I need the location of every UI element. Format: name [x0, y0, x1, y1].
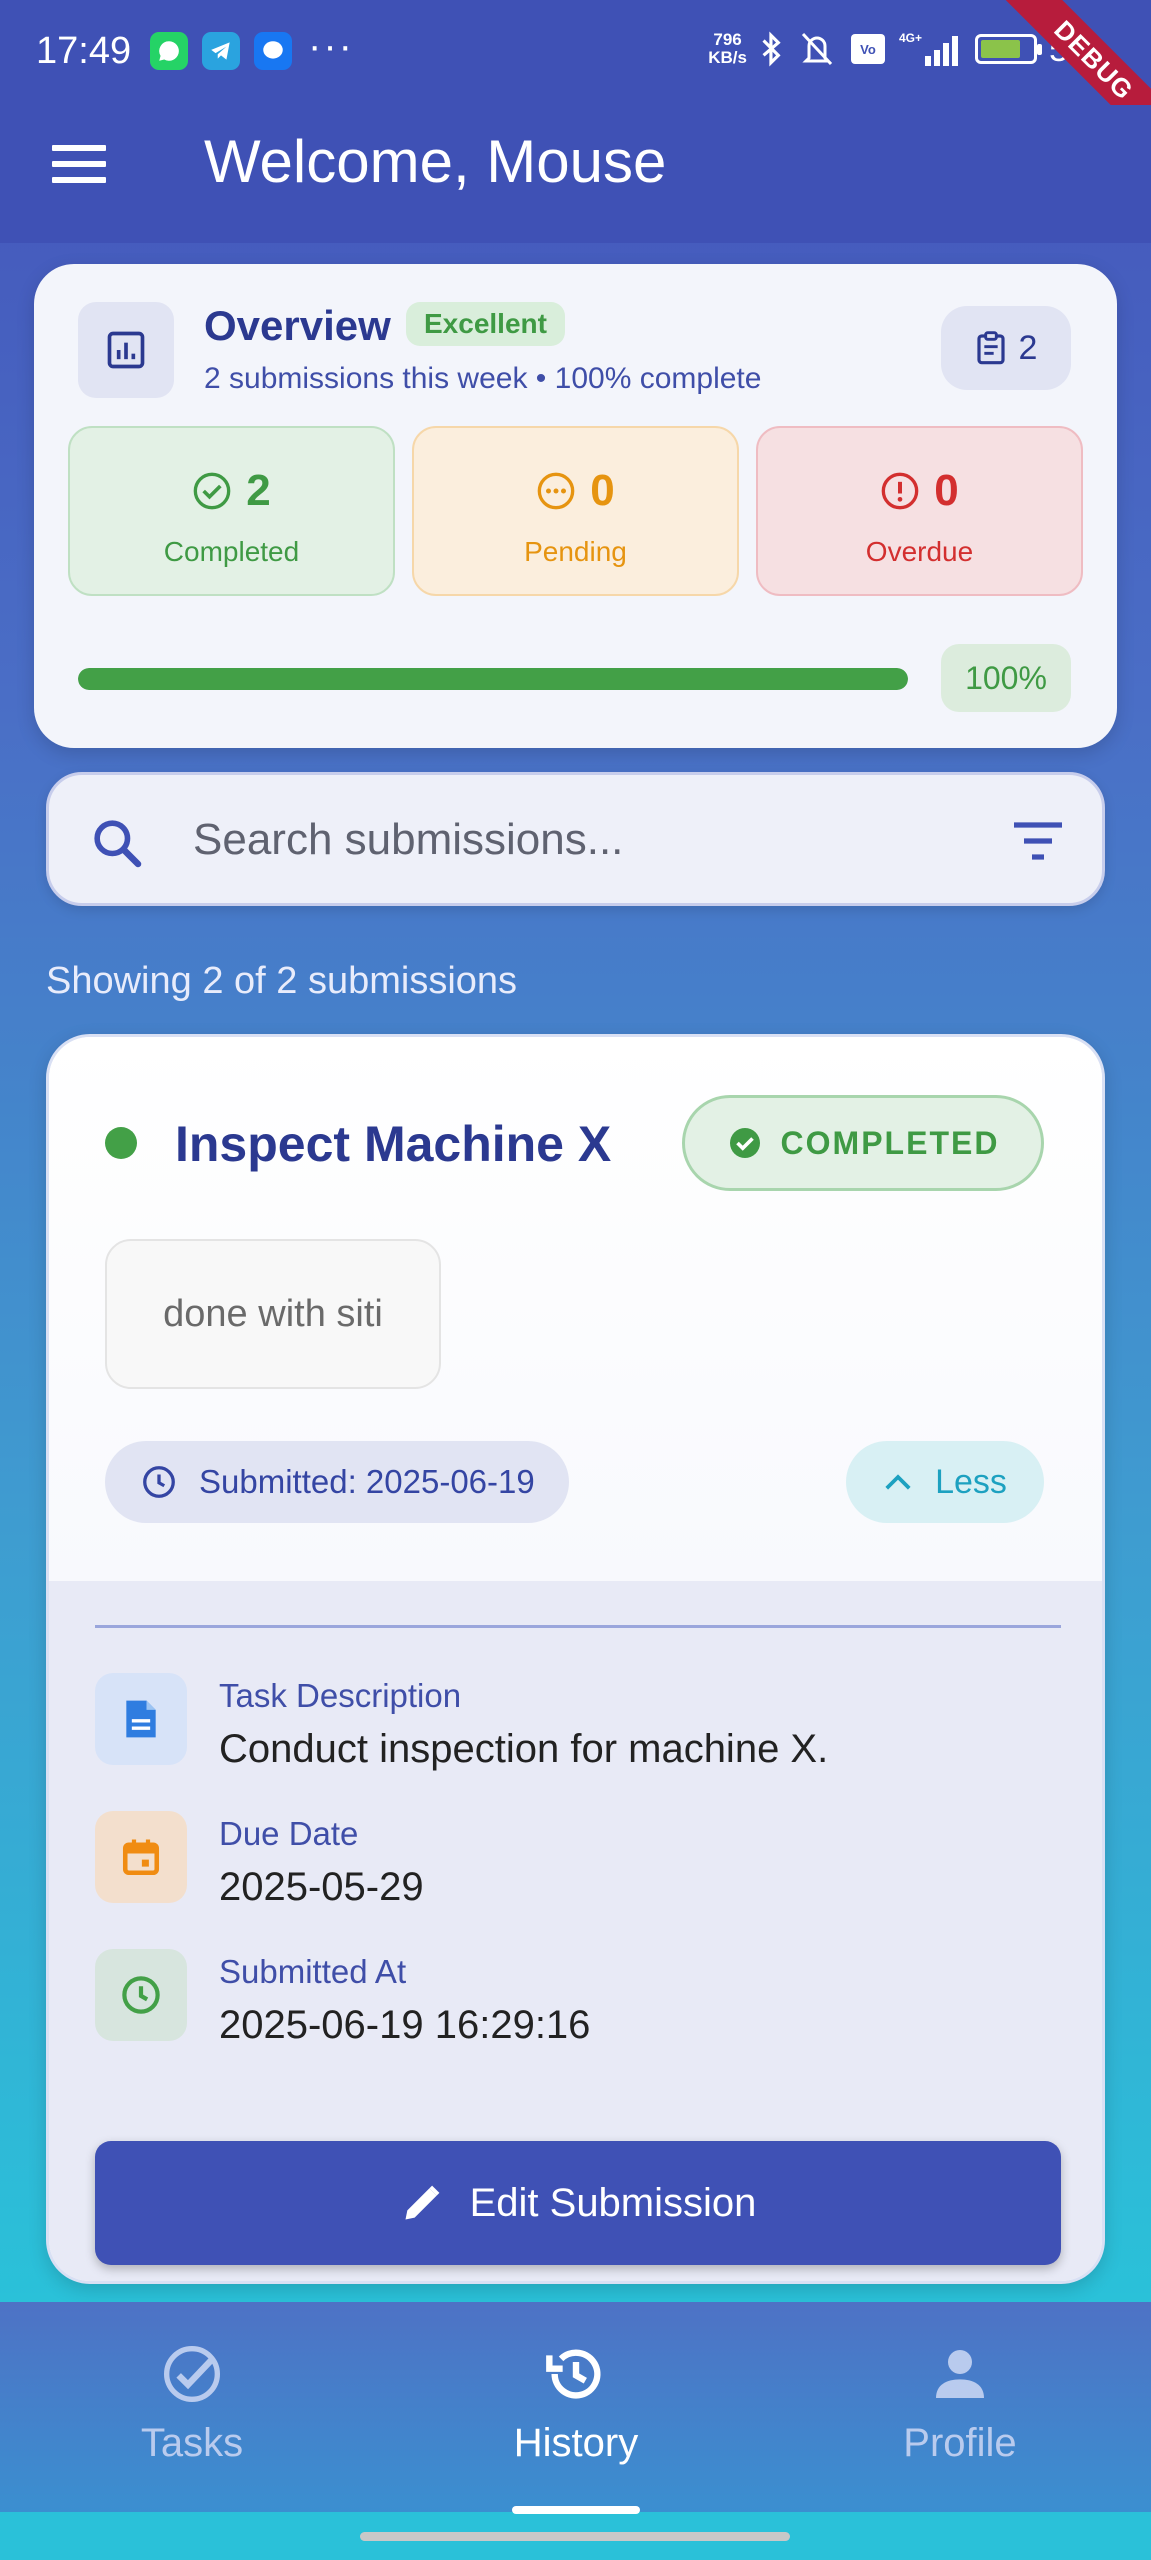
- status-time: 17:49: [36, 30, 132, 72]
- telegram-icon: [202, 32, 240, 70]
- stat-completed: 2 Completed: [68, 426, 395, 596]
- edit-submission-label: Edit Submission: [469, 2180, 757, 2225]
- more-notifications-icon: ···: [308, 24, 354, 68]
- calendar-icon: [95, 1811, 187, 1903]
- signal-icon: 4G+: [899, 31, 958, 66]
- bottom-navigation: Tasks History Profile: [0, 2302, 1151, 2514]
- check-circle-filled-icon: [729, 1128, 760, 1158]
- detail-task-description: Task Description Conduct inspection for …: [95, 1673, 1061, 1793]
- detail-label: Submitted At: [219, 1953, 407, 1990]
- submission-card[interactable]: Inspect Machine X COMPLETED done with si…: [46, 1034, 1105, 2284]
- app-bar: Welcome, Mouse: [0, 105, 1151, 243]
- system-icons: 796 KB/s Vo 4G+ 57: [708, 28, 1089, 70]
- clock-icon: [95, 1949, 187, 2041]
- clock-icon: [143, 1466, 175, 1498]
- status-badge-label: COMPLETED: [780, 1124, 1000, 1161]
- completion-progress-fill: [78, 668, 908, 690]
- svg-text:4G+: 4G+: [899, 31, 922, 45]
- performance-badge: Excellent: [406, 302, 565, 346]
- check-circle-icon: [193, 472, 231, 510]
- detail-value: Conduct inspection for machine X.: [219, 1727, 829, 1771]
- network-speed-value: 796: [713, 30, 742, 49]
- submitted-date-chip: Submitted: 2025-06-19: [105, 1441, 569, 1523]
- submission-count-chip[interactable]: 2: [941, 306, 1071, 390]
- completed-count: 2: [246, 466, 271, 515]
- overview-card: Overview Excellent 2 submissions this we…: [34, 264, 1117, 748]
- page-title: Welcome, Mouse: [204, 128, 667, 195]
- nav-profile[interactable]: Profile: [830, 2342, 1090, 2466]
- detail-due-date: Due Date 2025-05-29: [95, 1811, 1061, 1931]
- status-badge: COMPLETED: [682, 1095, 1044, 1191]
- analytics-icon: [78, 302, 174, 398]
- messenger-icon: [254, 32, 292, 70]
- network-speed-unit: KB/s: [708, 48, 747, 67]
- pending-label: Pending: [524, 536, 627, 567]
- volte-icon: Vo: [850, 34, 885, 64]
- completed-label: Completed: [163, 536, 300, 567]
- pending-count: 0: [590, 466, 615, 515]
- error-icon: [881, 472, 919, 510]
- edit-submission-button[interactable]: Edit Submission: [95, 2141, 1061, 2265]
- nav-tasks[interactable]: Tasks: [62, 2342, 322, 2466]
- collapse-button[interactable]: Less: [846, 1441, 1044, 1523]
- detail-label: Due Date: [219, 1815, 359, 1852]
- nav-history-label: History: [513, 2421, 639, 2465]
- nav-profile-label: Profile: [903, 2421, 1017, 2465]
- submission-count: 2: [1018, 328, 1038, 367]
- bluetooth-icon: [762, 31, 781, 67]
- submission-note: done with siti: [105, 1239, 441, 1389]
- chevron-up-icon: [885, 1474, 911, 1490]
- stat-pending: 0 Pending: [412, 426, 739, 596]
- submission-details: Task Description Conduct inspection for …: [49, 1581, 1102, 2281]
- submitted-date-label: Submitted: 2025-06-19: [199, 1463, 535, 1500]
- status-bar: 17:49 ··· 796 KB/s Vo 4G+ 57 DEBUG: [0, 0, 1151, 156]
- submission-title: Inspect Machine X: [175, 1116, 612, 1172]
- completion-progress-bar: [78, 668, 908, 690]
- search-input[interactable]: [193, 805, 993, 875]
- filter-icon[interactable]: [1010, 819, 1066, 863]
- document-icon: [95, 1673, 187, 1765]
- completion-percent: 100%: [941, 644, 1071, 712]
- overdue-count: 0: [934, 466, 959, 515]
- status-indicator-dot: [105, 1127, 137, 1159]
- gesture-bar: [360, 2532, 790, 2541]
- whatsapp-icon: [150, 32, 188, 70]
- nav-tasks-label: Tasks: [140, 2421, 244, 2465]
- svg-text:Vo: Vo: [860, 42, 876, 57]
- history-icon: [546, 2349, 601, 2399]
- clipboard-icon: [976, 331, 1005, 365]
- submission-card-header: Inspect Machine X COMPLETED done with si…: [49, 1037, 1102, 1581]
- detail-submitted-at: Submitted At 2025-06-19 16:29:16: [95, 1949, 1061, 2069]
- collapse-button-label: Less: [935, 1462, 1007, 1501]
- pending-icon: [537, 472, 575, 510]
- details-divider: [95, 1625, 1061, 1628]
- overview-subtitle: 2 submissions this week • 100% complete: [204, 362, 762, 395]
- notification-icons: [150, 32, 292, 70]
- app-screen: 17:49 ··· 796 KB/s Vo 4G+ 57 DEBUG: [0, 0, 1151, 2560]
- detail-value: 2025-05-29: [219, 1865, 424, 1909]
- check-circle-icon: [164, 2346, 220, 2402]
- search-bar: [46, 772, 1105, 906]
- stat-overdue: 0 Overdue: [756, 426, 1083, 596]
- search-icon: [94, 820, 142, 868]
- nav-active-indicator: [512, 2506, 640, 2514]
- network-speed: 796 KB/s: [708, 31, 747, 67]
- battery-icon: [974, 34, 1042, 64]
- overview-title: Overview: [204, 302, 391, 349]
- detail-label: Task Description: [219, 1677, 462, 1714]
- mute-icon: [801, 32, 833, 66]
- menu-icon[interactable]: [52, 145, 106, 193]
- person-icon: [936, 2350, 984, 2398]
- overdue-label: Overdue: [865, 536, 974, 567]
- detail-value: 2025-06-19 16:29:16: [219, 2003, 591, 2047]
- edit-icon: [405, 2185, 440, 2220]
- nav-history[interactable]: History: [446, 2342, 706, 2466]
- results-count-text: Showing 2 of 2 submissions: [46, 960, 518, 1002]
